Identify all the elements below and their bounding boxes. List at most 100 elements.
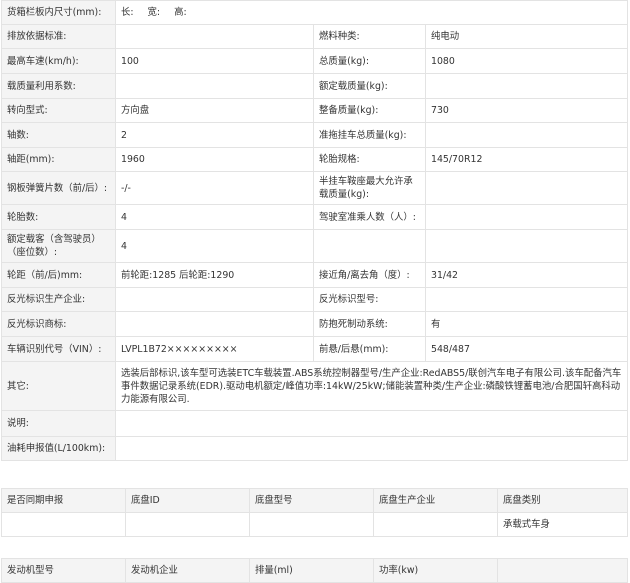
axle-count-value: 2	[115, 122, 314, 148]
saddle-load-value	[425, 171, 628, 205]
abs-label: 防抱死制动系统:	[313, 311, 426, 337]
engine-table: 发动机型号 发动机企业 排量(ml) 功率(kw)	[1, 558, 628, 583]
empty-label-cell	[313, 229, 426, 263]
spec-row: 载质量利用系数: 额定载质量(kg):	[1, 73, 628, 99]
spec-row: 轮胎数: 4 驾驶室准乘人数（人）:	[1, 204, 628, 230]
axle-count-label: 轴数:	[1, 122, 116, 148]
length-label: 长:	[121, 7, 134, 18]
engine-header-row: 发动机型号 发动机企业 排量(ml) 功率(kw)	[1, 558, 628, 583]
reflective-brand-label: 反光标识商标:	[1, 311, 116, 337]
leaf-spring-label: 钢板弹簧片数（前/后）:	[1, 171, 116, 205]
empty-value-cell	[425, 229, 628, 263]
trailer-mass-value	[425, 122, 628, 148]
trailer-mass-label: 准拖挂车总质量(kg):	[313, 122, 426, 148]
spec-row-dimensions: 货箱栏板内尺寸(mm): 长: 宽: 高:	[1, 0, 628, 25]
chassis-cell	[373, 512, 498, 537]
height-label: 高:	[174, 7, 187, 18]
spec-row: 轮距（前/后)mm: 前轮距:1285 后轮距:1290 接近角/离去角（度）:…	[1, 262, 628, 288]
engine-header-cell: 功率(kw)	[373, 558, 498, 583]
max-speed-value: 100	[115, 48, 314, 74]
approach-angle-value: 31/42	[425, 262, 628, 288]
cab-capacity-label: 驾驶室准乘人数（人）:	[313, 204, 426, 230]
chassis-table: 是否同期申报 底盘ID 底盘型号 底盘生产企业 底盘类别 承载式车身	[1, 488, 628, 537]
vehicle-spec-table: 货箱栏板内尺寸(mm): 长: 宽: 高: 排放依据标准: 燃料种类: 纯电动 最高…	[1, 0, 628, 461]
spec-row: 额定载客（含驾驶员）（座位数）: 4	[1, 229, 628, 263]
wheelbase-label: 轴距(mm):	[1, 147, 116, 172]
vin-label: 车辆识别代号（VIN）:	[1, 336, 116, 362]
engine-header-cell	[497, 558, 628, 583]
spec-row-note: 说明:	[1, 410, 628, 437]
chassis-data-row: 承载式车身	[1, 512, 628, 537]
spec-row: 反光标识商标: 防抱死制动系统: 有	[1, 311, 628, 337]
load-utilization-value	[115, 73, 314, 99]
note-label: 说明:	[1, 410, 116, 437]
gross-mass-value: 1080	[425, 48, 628, 74]
fuel-type-label: 燃料种类:	[313, 24, 426, 49]
note-value	[115, 410, 628, 437]
vin-value: LVPL1B72×××××××××	[115, 336, 314, 362]
chassis-cell	[249, 512, 374, 537]
saddle-load-label: 半挂车鞍座最大允许承载质量(kg):	[313, 171, 426, 205]
steering-type-label: 转向型式:	[1, 98, 116, 123]
max-speed-label: 最高车速(km/h):	[1, 48, 116, 74]
chassis-header-row: 是否同期申报 底盘ID 底盘型号 底盘生产企业 底盘类别	[1, 488, 628, 513]
engine-header-cell: 发动机型号	[1, 558, 126, 583]
chassis-cell	[125, 512, 250, 537]
fuel-consumption-label: 油耗申报值(L/100km):	[1, 436, 116, 461]
spec-row: 车辆识别代号（VIN）: LVPL1B72××××××××× 前悬/后悬(mm)…	[1, 336, 628, 362]
emission-standard-value	[115, 24, 314, 49]
rated-load-label: 额定载质量(kg):	[313, 73, 426, 99]
spec-row: 反光标识生产企业: 反光标识型号:	[1, 287, 628, 312]
seat-capacity-label: 额定载客（含驾驶员）（座位数）:	[1, 229, 116, 263]
fuel-consumption-value	[115, 436, 628, 461]
chassis-header-cell: 底盘型号	[249, 488, 374, 513]
engine-header-cell: 排量(ml)	[249, 558, 374, 583]
tire-spec-label: 轮胎规格:	[313, 147, 426, 172]
tire-count-label: 轮胎数:	[1, 204, 116, 230]
spec-row: 排放依据标准: 燃料种类: 纯电动	[1, 24, 628, 49]
spec-row: 轴数: 2 准拖挂车总质量(kg):	[1, 122, 628, 148]
spec-row-other: 其它: 选装后部标识,该车型可选装ETC车载装置.ABS系统控制器型号/生产企业…	[1, 361, 628, 411]
fuel-type-value: 纯电动	[425, 24, 628, 49]
rated-load-value	[425, 73, 628, 99]
tire-count-value: 4	[115, 204, 314, 230]
spec-row: 最高车速(km/h): 100 总质量(kg): 1080	[1, 48, 628, 74]
spec-row: 钢板弹簧片数（前/后）: -/- 半挂车鞍座最大允许承载质量(kg):	[1, 171, 628, 205]
engine-header-cell: 发动机企业	[125, 558, 250, 583]
gross-mass-label: 总质量(kg):	[313, 48, 426, 74]
reflective-model-label: 反光标识型号:	[313, 287, 426, 312]
chassis-header-cell: 底盘ID	[125, 488, 250, 513]
abs-value: 有	[425, 311, 628, 337]
curb-mass-value: 730	[425, 98, 628, 123]
reflective-brand-value	[115, 311, 314, 337]
tire-spec-value: 145/70R12	[425, 147, 628, 172]
chassis-body-type-cell: 承载式车身	[497, 512, 628, 537]
dimensions-value: 长: 宽: 高:	[115, 0, 628, 25]
reflective-maker-value	[115, 287, 314, 312]
overhang-label: 前悬/后悬(mm):	[313, 336, 426, 362]
chassis-cell	[1, 512, 126, 537]
curb-mass-label: 整备质量(kg):	[313, 98, 426, 123]
chassis-header-cell: 底盘生产企业	[373, 488, 498, 513]
dimensions-label: 货箱栏板内尺寸(mm):	[1, 0, 116, 25]
leaf-spring-value: -/-	[115, 171, 314, 205]
load-utilization-label: 载质量利用系数:	[1, 73, 116, 99]
wheelbase-value: 1960	[115, 147, 314, 172]
other-value: 选装后部标识,该车型可选装ETC车载装置.ABS系统控制器型号/生产企业:Red…	[115, 361, 628, 411]
track-width-label: 轮距（前/后)mm:	[1, 262, 116, 288]
chassis-header-cell: 底盘类别	[497, 488, 628, 513]
track-width-value: 前轮距:1285 后轮距:1290	[115, 262, 314, 288]
seat-capacity-value: 4	[115, 229, 314, 263]
cab-capacity-value	[425, 204, 628, 230]
spec-row: 轴距(mm): 1960 轮胎规格: 145/70R12	[1, 147, 628, 172]
spec-row: 转向型式: 方向盘 整备质量(kg): 730	[1, 98, 628, 123]
width-label: 宽:	[147, 7, 161, 18]
spec-row-fuel: 油耗申报值(L/100km):	[1, 436, 628, 461]
approach-angle-label: 接近角/离去角（度）:	[313, 262, 426, 288]
reflective-maker-label: 反光标识生产企业:	[1, 287, 116, 312]
chassis-header-cell: 是否同期申报	[1, 488, 126, 513]
steering-type-value: 方向盘	[115, 98, 314, 123]
reflective-model-value	[425, 287, 628, 312]
overhang-value: 548/487	[425, 336, 628, 362]
emission-standard-label: 排放依据标准:	[1, 24, 116, 49]
